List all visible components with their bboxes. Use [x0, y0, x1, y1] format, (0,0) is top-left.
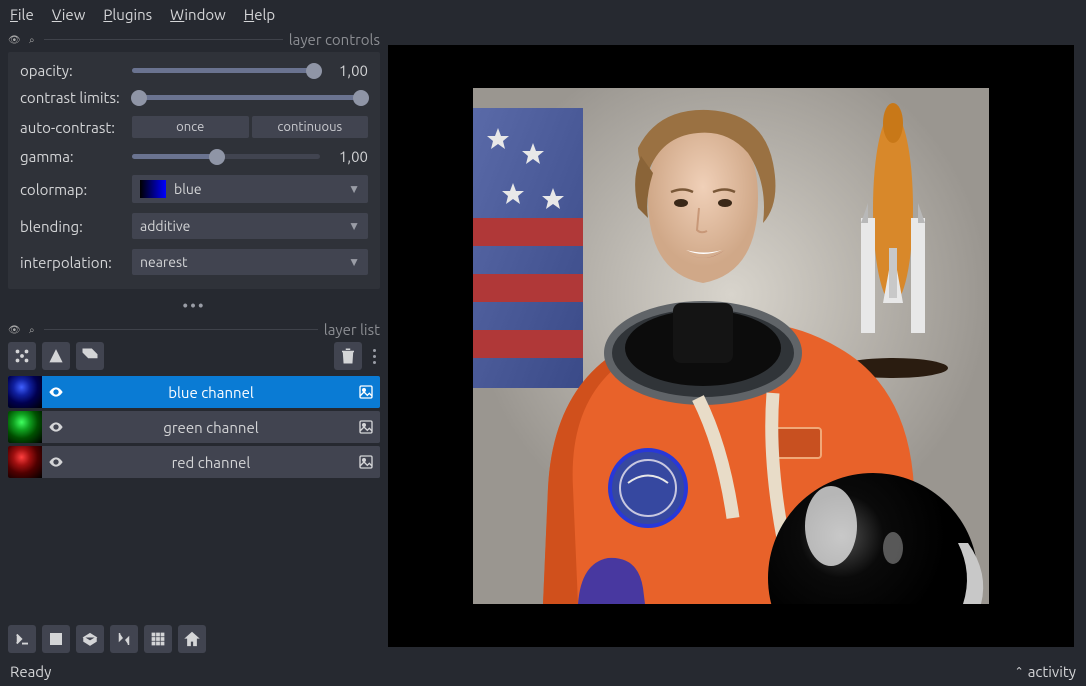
activity-button[interactable]: activity	[1028, 663, 1076, 680]
new-points-button[interactable]	[8, 342, 36, 370]
transpose-button[interactable]	[110, 625, 138, 653]
layer-list: blue channel green channel red channel	[0, 374, 388, 480]
visibility-toggle[interactable]	[42, 419, 70, 435]
menubar: File View Plugins Window Help	[0, 0, 1086, 29]
roll-dims-button[interactable]	[76, 625, 104, 653]
menu-plugins[interactable]: Plugins	[103, 6, 152, 23]
gamma-readout: 1,00	[328, 148, 368, 165]
statusbar: Ready ⌃ activity	[0, 659, 1086, 686]
menu-view[interactable]: View	[52, 6, 86, 23]
layer-item-green[interactable]: green channel	[8, 411, 380, 443]
canvas-viewer[interactable]	[388, 45, 1074, 647]
image-layer-icon	[352, 384, 380, 400]
autocontrast-once-button[interactable]: once	[132, 116, 249, 138]
menu-file[interactable]: File	[10, 6, 34, 23]
layer-controls-header: 👁 ⌕ layer controls	[0, 29, 388, 48]
opacity-slider[interactable]	[132, 63, 320, 79]
left-panel: 👁 ⌕ layer controls opacity: 1,00 contras…	[0, 29, 388, 659]
status-text: Ready	[10, 663, 51, 680]
image-layer-icon	[352, 419, 380, 435]
interpolation-select[interactable]: nearest ▼	[132, 249, 368, 275]
chevron-down-icon: ▼	[348, 219, 360, 233]
grid-button[interactable]	[144, 625, 172, 653]
new-shapes-button[interactable]	[42, 342, 70, 370]
opacity-readout: 1,00	[328, 62, 368, 79]
autocontrast-label: auto-contrast:	[20, 119, 124, 136]
console-button[interactable]	[8, 625, 36, 653]
chevron-down-icon: ▼	[348, 182, 360, 196]
viewer-image	[473, 88, 989, 604]
layer-item-blue[interactable]: blue channel	[8, 376, 380, 408]
home-button[interactable]	[178, 625, 206, 653]
ndisplay-button[interactable]	[42, 625, 70, 653]
contrast-label: contrast limits:	[20, 89, 124, 106]
colormap-select[interactable]: blue ▼	[132, 175, 368, 203]
delete-layer-button[interactable]	[334, 342, 362, 370]
interpolation-label: interpolation:	[20, 254, 124, 271]
layer-controls-panel: opacity: 1,00 contrast limits: auto-cont…	[8, 52, 380, 289]
visibility-toggle[interactable]	[42, 384, 70, 400]
panel-drag-icon[interactable]: 👁 ⌕	[8, 324, 38, 336]
viewer-toolbar	[0, 619, 388, 659]
menu-window[interactable]: Window	[170, 6, 226, 23]
panel-drag-icon[interactable]: 👁 ⌕	[8, 34, 38, 46]
colormap-swatch	[140, 180, 166, 198]
menu-help[interactable]: Help	[244, 6, 275, 23]
chevron-up-icon: ⌃	[1014, 665, 1023, 678]
layer-menu-button[interactable]	[368, 349, 380, 364]
layer-thumbnail	[8, 376, 42, 408]
colormap-label: colormap:	[20, 181, 124, 198]
layer-toolbar	[0, 338, 388, 374]
new-labels-button[interactable]	[76, 342, 104, 370]
blending-label: blending:	[20, 218, 124, 235]
autocontrast-continuous-button[interactable]: continuous	[252, 116, 369, 138]
blending-select[interactable]: additive ▼	[132, 213, 368, 239]
layer-thumbnail	[8, 446, 42, 478]
gamma-slider[interactable]	[132, 149, 320, 165]
contrast-range-slider[interactable]	[132, 90, 368, 106]
layer-list-header: 👁 ⌕ layer list	[0, 319, 388, 338]
gamma-label: gamma:	[20, 148, 124, 165]
visibility-toggle[interactable]	[42, 454, 70, 470]
layer-thumbnail	[8, 411, 42, 443]
chevron-down-icon: ▼	[348, 255, 360, 269]
panel-options-button[interactable]: •••	[0, 297, 388, 319]
layer-item-red[interactable]: red channel	[8, 446, 380, 478]
image-layer-icon	[352, 454, 380, 470]
opacity-label: opacity:	[20, 62, 124, 79]
